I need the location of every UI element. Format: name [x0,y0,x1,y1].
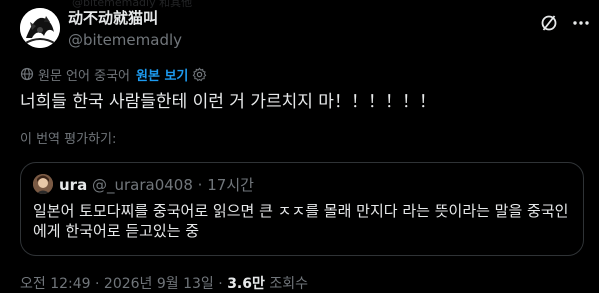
author-display-name[interactable]: 动不动就猫叫 [68,8,182,28]
rate-translation-link[interactable]: 이 번역 평가하기: [20,128,116,147]
tweet-date[interactable]: 2026년 9월 13일 [104,276,214,292]
tweet-metadata: 오전 12:49 · 2026년 9월 13일 · 3.6만 조회수 [20,273,308,293]
globe-icon [20,67,34,81]
translation-bar: 원문 언어 중국어 원본 보기 [20,65,207,84]
views-label: 조회수 [269,276,308,292]
quote-author-name[interactable]: ura [59,176,87,194]
views-count: 3.6만 [227,276,265,292]
quote-tweet-card[interactable]: ura @_urara0408 · 17시간 일본어 토모다찌를 중국어로 읽으… [20,162,584,256]
grok-button[interactable] [538,12,560,34]
previous-tweet-fade: @bitememadly 和其他 [0,0,599,9]
quote-text: 일본어 토모다찌를 중국어로 읽으면 큰 ㅈㅈ를 몰래 만지다 라는 뜻이라는 … [33,202,569,240]
quote-author-handle[interactable]: @_urara0408 [92,176,193,194]
more-options-button[interactable] [570,12,592,34]
quote-separator: · [197,176,203,194]
author-info: 动不动就猫叫 @bitememadly [68,8,182,50]
meta-separator: · [95,276,100,292]
show-original-link[interactable]: 원본 보기 [136,65,188,84]
author-avatar[interactable] [20,8,60,48]
meta-separator-2: · [218,276,223,292]
tweet-text: 너희들 한국 사람들한테 이런 거 가르치지 마！！！！！！ [20,92,436,112]
gear-icon[interactable] [192,67,207,82]
quote-avatar[interactable] [33,174,53,194]
author-handle[interactable]: @bitememadly [68,30,182,50]
quote-timestamp[interactable]: 17시간 [207,176,254,194]
translation-source-label: 원문 언어 중국어 [38,68,130,84]
quote-header: ura @_urara0408 · 17시간 [59,175,254,195]
more-icon [573,21,589,25]
grok-icon [541,15,557,31]
tweet-time[interactable]: 오전 12:49 [20,276,91,292]
